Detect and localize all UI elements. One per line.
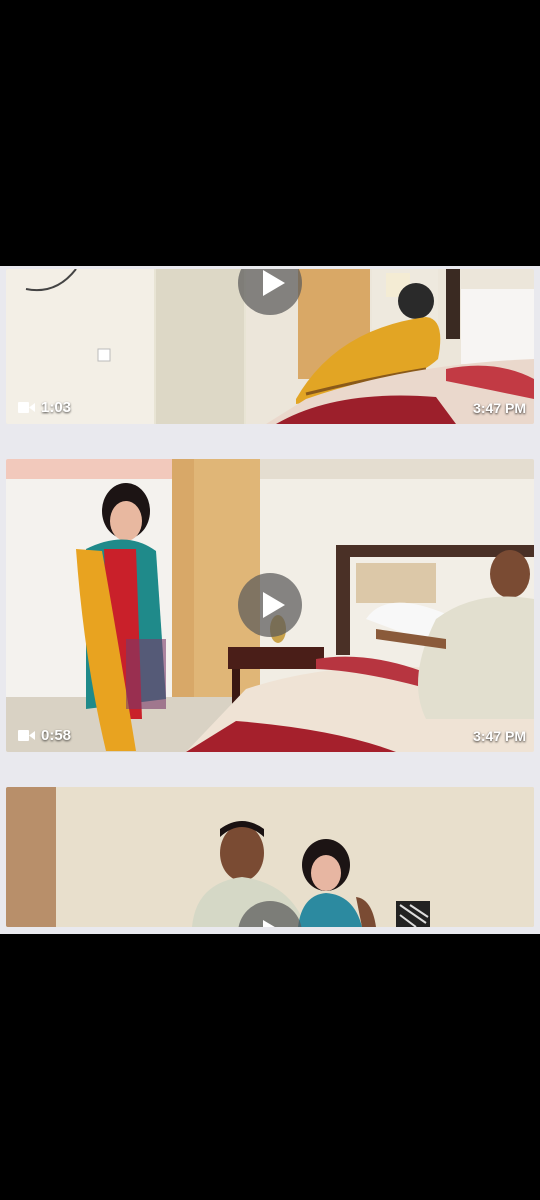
video-camera-icon [18,402,35,413]
screen: { "videos": [ {"duration": "1:03", "time… [0,0,540,1200]
video-1-duration: 1:03 [18,399,71,416]
duration-text: 1:03 [41,399,72,416]
video-2-duration: 0:58 [18,727,71,744]
video-thumbnail-1[interactable]: 1:03 3:47 PM [6,269,534,424]
play-icon[interactable] [238,573,302,637]
video-camera-icon [18,730,35,741]
video-1-timestamp: 3:47 PM [473,400,526,416]
video-thumbnail-3[interactable] [6,787,534,927]
duration-text: 0:58 [41,727,72,744]
video-2-timestamp: 3:47 PM [473,728,526,744]
video-thumbnail-2[interactable]: 0:58 3:47 PM [6,459,534,752]
